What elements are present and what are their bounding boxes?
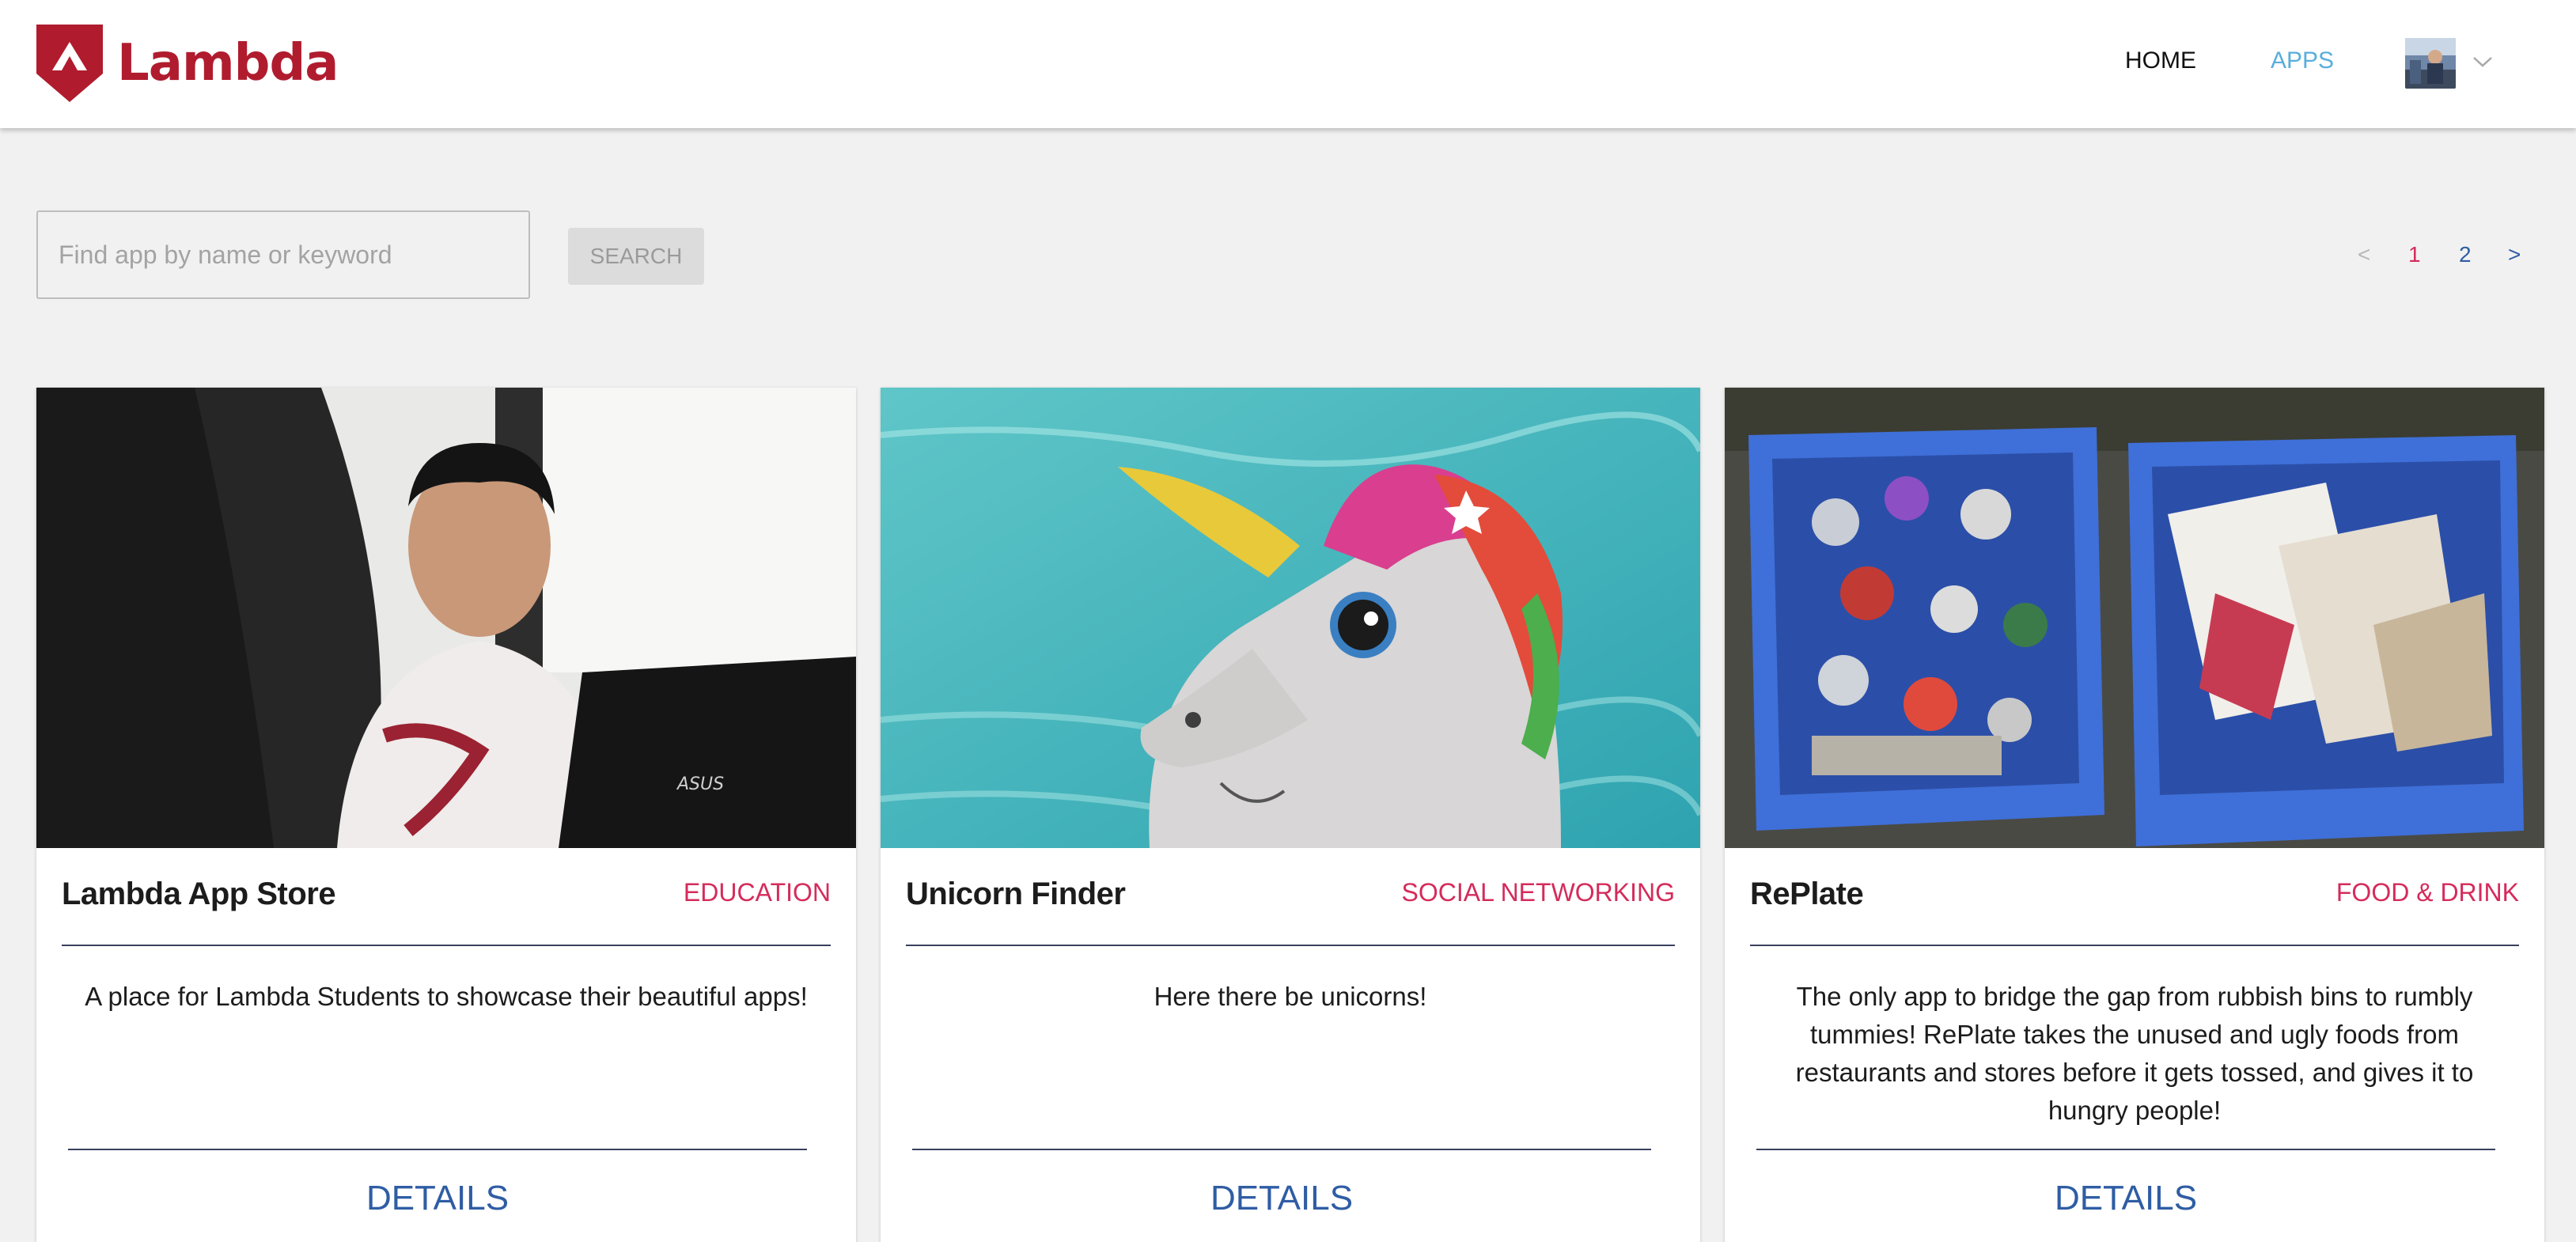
pagination-prev[interactable]: < (2358, 242, 2370, 267)
app-card: ASUS Lambda App Store EDUCATION A place … (36, 388, 856, 1242)
app-card-description: A place for Lambda Students to showcase … (85, 982, 808, 1011)
divider (906, 945, 1675, 946)
app-card-category[interactable]: FOOD & DRINK (2336, 878, 2519, 907)
user-avatar[interactable] (2405, 38, 2456, 89)
app-card-description: The only app to bridge the gap from rubb… (1795, 982, 2474, 1125)
app-card-image[interactable] (1725, 388, 2544, 848)
divider (1750, 945, 2519, 946)
search-button[interactable]: SEARCH (568, 228, 704, 285)
nav-apps-link[interactable]: APPS (2271, 47, 2334, 74)
app-card-title: RePlate (1750, 877, 1864, 911)
divider (1756, 1149, 2495, 1150)
brand-logo[interactable]: Lambda (36, 24, 339, 103)
details-link[interactable]: DETAILS (881, 1179, 1683, 1218)
app-card-category[interactable]: EDUCATION (684, 878, 831, 907)
app-card: RePlate FOOD & DRINK The only app to bri… (1725, 388, 2544, 1242)
brand-name: Lambda (117, 34, 339, 93)
divider (912, 1149, 1651, 1150)
chevron-down-icon[interactable] (2472, 54, 2494, 70)
app-card-title: Lambda App Store (62, 877, 336, 911)
app-card-image[interactable] (881, 388, 1700, 848)
search-input[interactable] (36, 210, 530, 299)
app-card-image[interactable]: ASUS (36, 388, 856, 848)
app-card: Unicorn Finder SOCIAL NETWORKING Here th… (881, 388, 1700, 1242)
divider (62, 945, 831, 946)
pagination-page-1[interactable]: 1 (2408, 242, 2421, 267)
details-link[interactable]: DETAILS (1725, 1179, 2527, 1218)
top-navbar: Lambda HOME APPS (0, 0, 2576, 128)
app-card-description: Here there be unicorns! (1154, 982, 1427, 1011)
pagination-page-2[interactable]: 2 (2459, 242, 2472, 267)
nav-home-link[interactable]: HOME (2125, 47, 2196, 74)
lambda-shield-icon (36, 25, 103, 102)
divider (68, 1149, 807, 1150)
details-link[interactable]: DETAILS (36, 1179, 839, 1218)
app-card-category[interactable]: SOCIAL NETWORKING (1401, 878, 1675, 907)
app-card-title: Unicorn Finder (906, 877, 1126, 911)
svg-text:ASUS: ASUS (676, 774, 724, 794)
pagination-next[interactable]: > (2508, 242, 2521, 267)
